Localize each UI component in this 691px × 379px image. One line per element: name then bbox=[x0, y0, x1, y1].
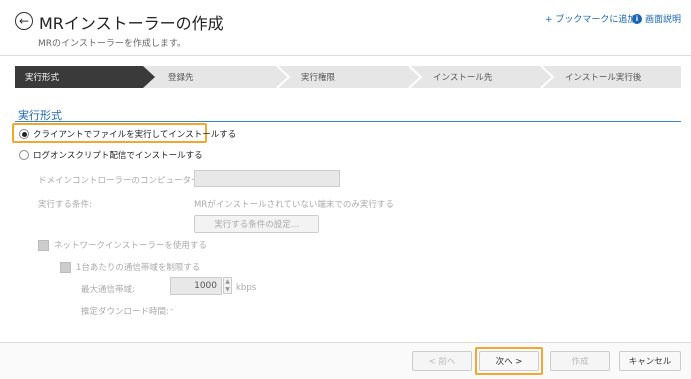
checkbox-icon[interactable] bbox=[38, 239, 49, 251]
max-bandwidth-unit: kbps bbox=[236, 283, 257, 293]
radio-client-install[interactable]: クライアントでファイルを実行してインストールする bbox=[19, 128, 236, 140]
max-bandwidth-label: 最大通信帯域: bbox=[81, 285, 135, 295]
step-registration: 登録先 bbox=[168, 73, 194, 83]
radio-logon-script[interactable]: ログオンスクリプト配信でインストールする bbox=[19, 149, 203, 161]
cancel-button[interactable]: キャンセル bbox=[619, 351, 681, 371]
help-link-label: 画面説明 bbox=[645, 15, 682, 25]
radio-selected-icon[interactable] bbox=[19, 129, 29, 139]
step-execution-format: 実行形式 bbox=[25, 73, 60, 83]
create-button[interactable]: 作成 bbox=[550, 351, 610, 371]
spinner-down-icon[interactable]: ▼ bbox=[225, 286, 230, 294]
add-bookmark-link[interactable]: + ブックマークに追加 bbox=[545, 12, 636, 25]
wizard-steps: 実行形式 登録先 実行権限 インストール先 インストール実行後 bbox=[15, 66, 681, 88]
condition-label: 実行する条件: bbox=[38, 200, 92, 210]
radio-logon-script-label: ログオンスクリプト配信でインストールする bbox=[33, 151, 203, 161]
estimated-time-label: 推定ダウンロード時間: bbox=[81, 307, 169, 317]
max-bandwidth-input[interactable]: 1000 bbox=[170, 277, 222, 295]
domain-controller-label: ドメインコントローラーのコンピューター名*: bbox=[38, 176, 216, 186]
use-network-installer-checkbox[interactable]: ネットワークインストーラーを使用する bbox=[38, 239, 207, 251]
checkbox-icon[interactable] bbox=[60, 261, 71, 273]
page-subtitle: MRのインストーラーを作成します。 bbox=[38, 39, 186, 49]
use-network-installer-label: ネットワークインストーラーを使用する bbox=[54, 241, 207, 251]
footer-bar: < 前へ 次へ > 作成 キャンセル bbox=[0, 342, 691, 379]
limit-bandwidth-checkbox[interactable]: 1台あたりの通信帯域を制限する bbox=[60, 261, 200, 273]
help-link[interactable]: i 画面説明 bbox=[632, 12, 681, 25]
spinner-up-icon[interactable]: ▲ bbox=[225, 278, 230, 286]
section-divider bbox=[15, 121, 681, 122]
step-install-destination: インストール先 bbox=[433, 73, 493, 83]
domain-controller-input[interactable] bbox=[194, 170, 340, 187]
radio-client-install-label: クライアントでファイルを実行してインストールする bbox=[33, 130, 237, 140]
condition-settings-button[interactable]: 実行する条件の設定... bbox=[194, 215, 319, 233]
step-execution-permission: 実行権限 bbox=[301, 73, 336, 83]
max-bandwidth-spinner[interactable]: ▲ ▼ bbox=[223, 277, 232, 294]
radio-unselected-icon[interactable] bbox=[19, 150, 29, 160]
next-button[interactable]: 次へ > bbox=[479, 351, 539, 371]
estimated-time-value: - bbox=[170, 305, 174, 315]
page-title: MRインストーラーの作成 bbox=[39, 14, 224, 33]
back-icon[interactable]: ← bbox=[15, 12, 33, 30]
info-icon: i bbox=[632, 13, 642, 24]
page-header: ← MRインストーラーの作成 MRのインストーラーを作成します。 + ブックマー… bbox=[0, 0, 691, 56]
condition-text: MRがインストールされていない端末でのみ実行する bbox=[194, 200, 394, 210]
prev-button[interactable]: < 前へ bbox=[412, 351, 472, 371]
step-after-install: インストール実行後 bbox=[565, 73, 642, 83]
limit-bandwidth-label: 1台あたりの通信帯域を制限する bbox=[76, 263, 201, 273]
